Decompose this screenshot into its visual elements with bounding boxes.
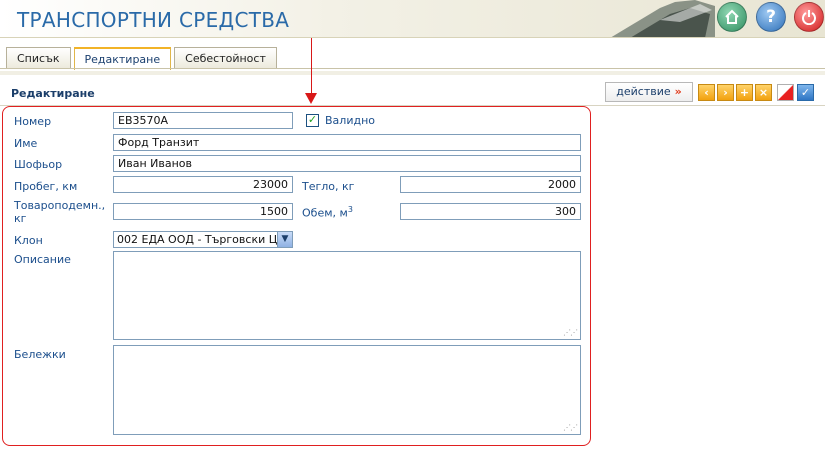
mileage-label: Пробег, км: [14, 180, 78, 193]
number-label: Номер: [14, 115, 52, 128]
weight-label: Тегло, кг: [302, 180, 355, 193]
home-button[interactable]: [717, 2, 747, 32]
power-button[interactable]: [794, 2, 824, 32]
add-button[interactable]: +: [736, 84, 753, 101]
plus-icon: +: [739, 86, 750, 99]
number-input[interactable]: ЕВ3570А: [113, 112, 293, 129]
help-icon: ?: [766, 7, 776, 27]
next-button[interactable]: ›: [717, 84, 734, 101]
save-button[interactable]: ✓: [797, 84, 814, 101]
action-label: действие: [616, 85, 671, 98]
section-title: Редактиране: [11, 87, 95, 100]
notes-label: Бележки: [14, 348, 66, 361]
tab-list[interactable]: Списък: [6, 47, 71, 69]
weight-input[interactable]: 2000: [400, 176, 581, 193]
volume-label-sup: 3: [347, 205, 353, 214]
home-icon: [725, 9, 739, 24]
tab-divider-band: [0, 71, 825, 75]
chevron-left-icon: ‹: [704, 86, 709, 99]
name-label: Име: [14, 137, 38, 150]
resize-grip-icon[interactable]: ⋰⋰: [563, 328, 578, 337]
double-chevron-icon: »: [674, 85, 682, 98]
power-icon: [802, 10, 816, 25]
app-title: ТРАНСПОРТНИ СРЕДСТВА: [17, 8, 290, 32]
clear-button[interactable]: [777, 84, 794, 101]
branch-select[interactable]: 002 ЕДА ООД - Търговски Цен ▼: [113, 231, 293, 248]
capacity-label: Товароподемн., кг: [14, 199, 105, 225]
tab-divider: [0, 68, 825, 69]
app-header: ТРАНСПОРТНИ СРЕДСТВА ?: [0, 0, 825, 38]
branch-label: Клон: [14, 234, 43, 247]
description-label: Описание: [14, 253, 71, 266]
close-icon: ×: [758, 86, 769, 99]
capacity-label-line2: кг: [14, 212, 27, 225]
delete-button[interactable]: ×: [755, 84, 772, 101]
capacity-input[interactable]: 1500: [113, 203, 293, 220]
tab-bar: Списък Редактиране Себестойност: [6, 47, 277, 70]
valid-label: Валидно: [325, 114, 375, 127]
driver-input[interactable]: Иван Иванов: [113, 155, 581, 172]
help-button[interactable]: ?: [756, 2, 786, 32]
check-icon: ✓: [800, 86, 811, 99]
branch-select-value: 002 ЕДА ООД - Търговски Цен: [117, 233, 292, 246]
volume-input[interactable]: 300: [400, 203, 581, 220]
mileage-input[interactable]: 23000: [113, 176, 293, 193]
annotation-arrow-head: [305, 93, 317, 104]
driver-label: Шофьор: [14, 158, 63, 171]
description-textarea[interactable]: ⋰⋰: [113, 251, 581, 340]
decorative-bird-art: [611, 0, 715, 37]
capacity-label-line1: Товароподемн.,: [14, 199, 106, 212]
tab-edit[interactable]: Редактиране: [73, 47, 172, 70]
notes-textarea[interactable]: ⋰⋰: [113, 345, 581, 435]
previous-button[interactable]: ‹: [698, 84, 715, 101]
volume-label: Обем, м3: [302, 205, 353, 220]
volume-label-text: Обем, м: [302, 206, 348, 220]
name-input[interactable]: Форд Транзит: [113, 134, 581, 151]
annotation-arrow: [311, 38, 312, 94]
chevron-right-icon: ›: [723, 86, 728, 99]
tab-cost[interactable]: Себестойност: [174, 47, 277, 69]
resize-grip-icon[interactable]: ⋰⋰: [563, 423, 578, 432]
action-dropdown-button[interactable]: действие»: [605, 82, 693, 102]
valid-checkbox[interactable]: ✓: [306, 114, 319, 127]
chevron-down-icon[interactable]: ▼: [277, 232, 292, 247]
